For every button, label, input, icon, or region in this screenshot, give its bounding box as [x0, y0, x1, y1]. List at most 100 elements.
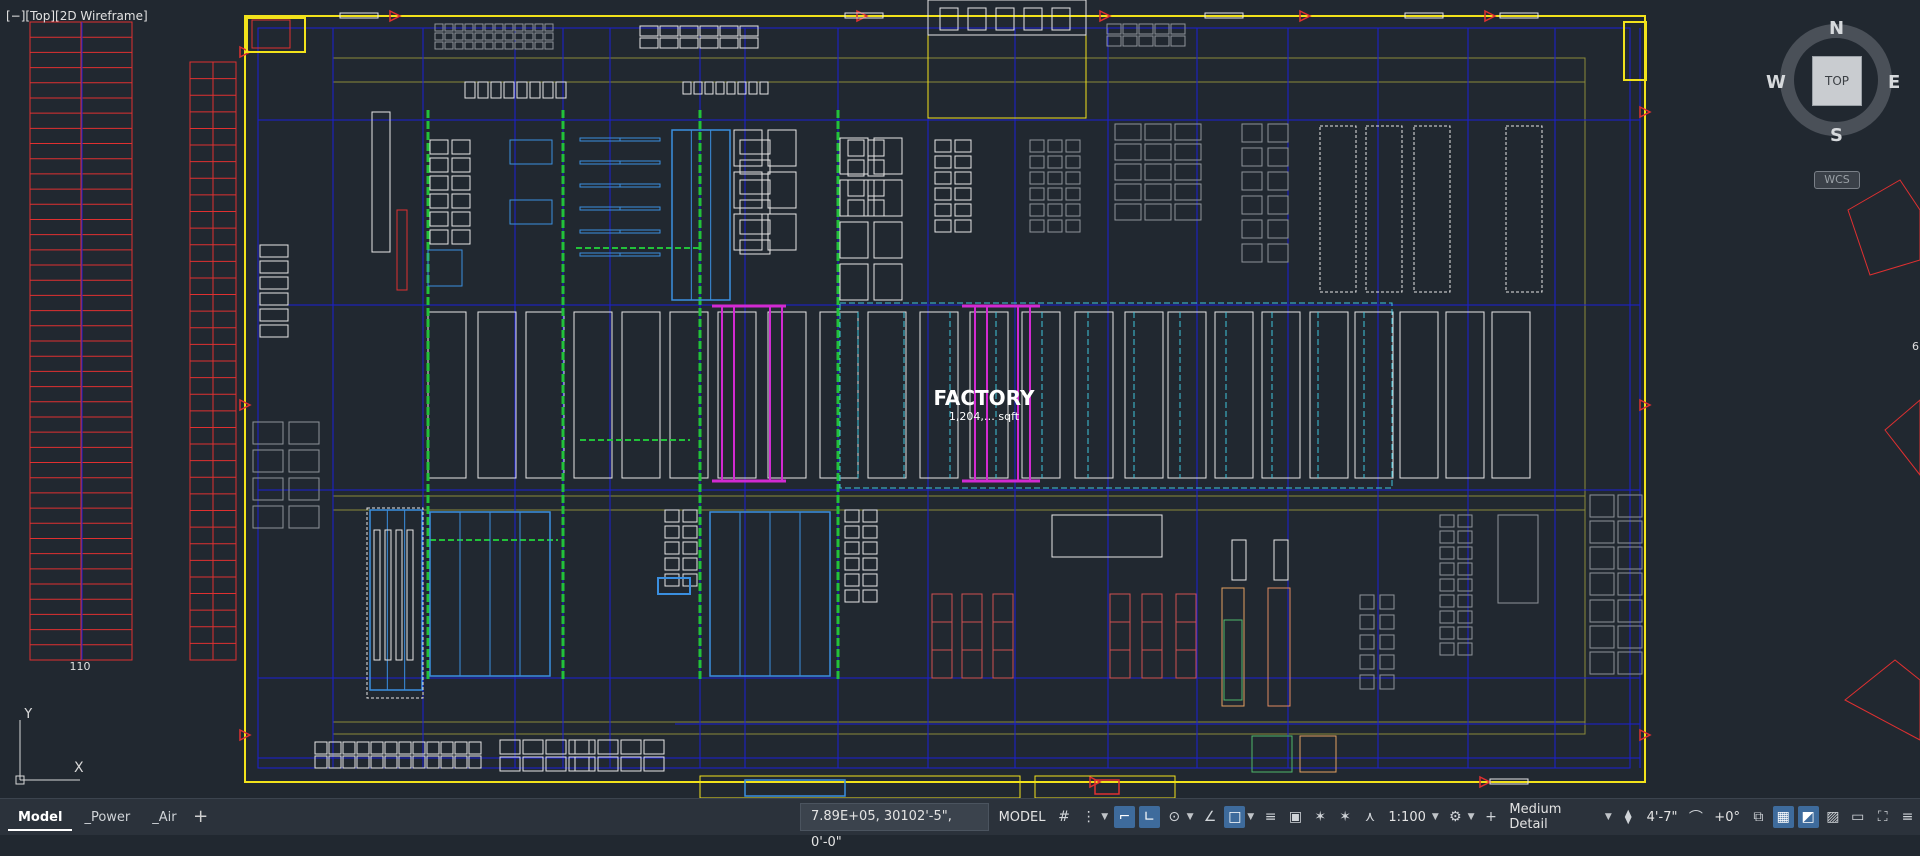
workstation-cluster-upper — [1029, 219, 1045, 233]
dock-door — [939, 7, 959, 31]
machine-cluster-lower — [1379, 614, 1395, 630]
machine-cluster-lower — [1359, 634, 1375, 650]
machine-cluster-top — [454, 41, 464, 50]
workstation-cluster-bottom — [499, 756, 521, 772]
workstation-grid-left — [867, 199, 885, 217]
wcs-menu[interactable]: WCS — [1814, 171, 1860, 189]
hardware-acceleration-icon[interactable]: ▦ — [1772, 806, 1794, 828]
detail-level-value[interactable]: Medium Detail — [1503, 802, 1604, 832]
workstation-cluster-bottom — [568, 756, 590, 772]
press-cluster — [1267, 219, 1289, 239]
snap-grid-icon[interactable]: ⋮ — [1078, 806, 1099, 828]
grid-icon[interactable]: # — [1054, 806, 1075, 828]
annotation-scale-icon[interactable]: ⋏ — [1360, 806, 1381, 828]
workstation-grid-upper — [954, 203, 972, 217]
cad-drawing[interactable]: FACTORY1,204,… sqft 110 6 — [0, 0, 1920, 798]
machine-cluster-upper-right — [1144, 183, 1172, 201]
infer-constraints-icon[interactable]: ⌐ — [1114, 806, 1135, 828]
coordinates-readout[interactable]: 7.89E+05, 30102'-5", 0'-0" — [800, 803, 989, 850]
isolate-objects-icon[interactable]: ⧉ — [1748, 806, 1769, 828]
clean-screen-icon[interactable]: ◩ — [1797, 806, 1819, 828]
compass-east[interactable]: E — [1888, 72, 1900, 93]
workstation-grid-upper — [934, 203, 952, 217]
model-space-toggle[interactable]: MODEL — [993, 810, 1052, 825]
ucs-y-label: Y — [23, 708, 33, 722]
press-cluster — [1241, 123, 1263, 143]
add-layout-button[interactable]: + — [189, 807, 213, 829]
bench-cluster — [451, 139, 471, 155]
pallet-rack — [1175, 593, 1197, 679]
isometric-icon[interactable]: ∠ — [1200, 806, 1221, 828]
workstation-grid-lower-2 — [664, 541, 680, 555]
hatched-station — [1051, 514, 1163, 558]
image-icon[interactable]: ▨ — [1823, 806, 1844, 828]
tab-model[interactable]: Model — [8, 807, 73, 831]
auto-scale-icon[interactable]: ✶ — [1335, 806, 1356, 828]
angle-value[interactable]: +0° — [1708, 810, 1746, 825]
tab-air[interactable]: _Air — [142, 807, 186, 831]
viewport-controls-label[interactable]: [−][Top][2D Wireframe] — [6, 9, 148, 23]
workstation-grid-lower-2 — [682, 509, 698, 523]
rack-left-small — [259, 276, 289, 290]
workstation-grid-lower — [862, 557, 878, 571]
transparency-icon[interactable]: ▣ — [1285, 806, 1306, 828]
frame-box — [839, 263, 869, 301]
edge-label: 6 — [1912, 340, 1919, 353]
machine-cluster-top — [484, 32, 494, 41]
ortho-icon[interactable]: ∟ — [1138, 806, 1160, 828]
conveyor-line-2 — [619, 137, 661, 142]
machine-cluster-upper-right — [1114, 163, 1142, 181]
machine-cluster-right — [1589, 494, 1615, 518]
angle-icon[interactable]: ⌒ — [1685, 806, 1706, 828]
parking-count-label: 110 — [70, 660, 91, 673]
process-room — [1261, 311, 1301, 479]
chevron-down-icon[interactable]: ▼ — [1187, 812, 1194, 822]
viewcube[interactable]: TOP N S E W — [1766, 14, 1902, 146]
compass-north[interactable]: N — [1829, 18, 1844, 39]
press-cluster — [1241, 195, 1263, 215]
blue-enclosure — [509, 199, 553, 225]
workstation-grid-lower — [862, 589, 878, 603]
menu-icon[interactable]: ≡ — [1897, 806, 1918, 828]
machine-cluster-top — [484, 41, 494, 50]
workstation-grid-lower — [844, 541, 860, 555]
chevron-down-icon[interactable]: ▼ — [1605, 812, 1612, 822]
dock-door — [1023, 7, 1043, 31]
chevron-down-icon[interactable]: ▼ — [1468, 812, 1475, 822]
compass-south[interactable]: S — [1830, 125, 1843, 146]
chevron-down-icon[interactable]: ▼ — [1432, 812, 1439, 822]
chevron-down-icon[interactable]: ▼ — [1101, 812, 1108, 822]
machine-cluster-upper-right — [1144, 123, 1172, 141]
elevation-value[interactable]: 4'-7" — [1641, 810, 1684, 825]
compass-west[interactable]: W — [1766, 72, 1786, 93]
rack-left-small — [259, 260, 289, 274]
object-snap-icon[interactable]: □ — [1224, 806, 1246, 828]
elevation-icon[interactable]: ⧫ — [1618, 806, 1639, 828]
workstation-cluster-bottom-2 — [597, 739, 619, 755]
machine-cluster-top — [474, 32, 484, 41]
machine-cluster-top — [514, 32, 524, 41]
tab-power[interactable]: _Power — [74, 807, 140, 831]
plus-icon[interactable]: + — [1481, 806, 1502, 828]
polar-tracking-icon[interactable]: ⊙ — [1164, 806, 1185, 828]
lineweight-icon[interactable]: ≡ — [1260, 806, 1281, 828]
chevron-down-icon[interactable]: ▼ — [1247, 812, 1254, 822]
process-room — [1309, 311, 1349, 479]
pallet-rack — [1109, 593, 1131, 679]
viewcube-top-face[interactable]: TOP — [1812, 56, 1862, 106]
machine-cluster-top-right — [1170, 23, 1186, 35]
loading-area — [927, 0, 1087, 119]
press-frame — [1273, 539, 1289, 581]
fullscreen-icon[interactable]: ⛶ — [1872, 806, 1893, 828]
annotation-scale-value[interactable]: 1:100 — [1382, 810, 1431, 825]
gear-icon[interactable]: ⚙ — [1445, 806, 1466, 828]
drawing-viewport[interactable]: FACTORY 1,204,… sqft 110 6 [−][Top][2D Wire… — [0, 0, 1920, 798]
machine-row-top — [555, 81, 567, 99]
bench-cluster — [451, 211, 471, 227]
machine-cluster-top-right — [1106, 35, 1122, 47]
machine-cluster-lower-right — [1439, 626, 1455, 640]
annotation-visibility-icon[interactable]: ✶ — [1310, 806, 1331, 828]
machine-cluster-lower-right — [1457, 594, 1473, 608]
frame-box — [873, 179, 903, 217]
viewport-icon[interactable]: ▭ — [1847, 806, 1868, 828]
